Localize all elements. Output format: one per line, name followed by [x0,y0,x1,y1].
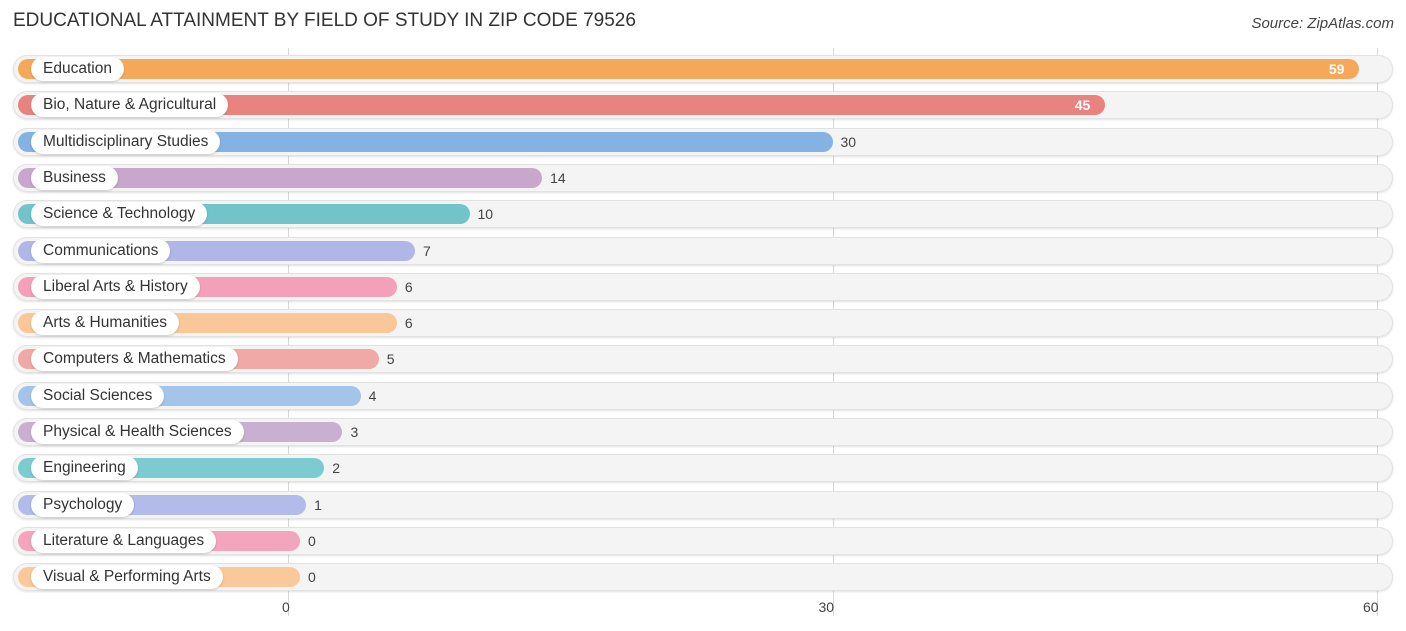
category-label: Business [31,165,118,190]
value-label: 14 [550,169,566,186]
bar-row: Social Sciences 4 [13,381,1393,410]
value-label: 4 [368,387,377,404]
bar-row: Bio, Nature & Agricultural 45 [13,91,1393,120]
value-label: 0 [308,569,316,586]
bar[interactable] [18,59,1359,79]
category-label: Engineering [31,456,138,481]
chart-title: EDUCATIONAL ATTAINMENT BY FIELD OF STUDY… [13,10,636,31]
bar-row: Multidisciplinary Studies 30 [13,127,1393,156]
value-label: 1 [314,496,322,513]
category-label: Education [31,57,124,81]
bar-row: Visual & Performing Arts 0 [13,563,1393,592]
category-label: Physical & Health Sciences [31,420,244,444]
bar-row: Arts & Humanities 6 [13,309,1393,338]
bar-row: Psychology 1 [13,490,1393,519]
category-label: Science & Technology [31,202,208,227]
bar-row: Education 59 [13,55,1393,83]
value-label: 59 [1328,61,1345,77]
value-label: 7 [423,242,431,259]
x-tick-label: 60 [1363,599,1379,615]
value-label: 45 [1074,97,1091,114]
category-label: Social Sciences [31,383,165,408]
category-label: Computers & Mathematics [31,347,238,372]
category-label: Literature & Languages [31,528,217,553]
bar-row: Communications 7 [13,236,1393,265]
category-label: Liberal Arts & History [31,274,200,299]
value-label: 3 [350,424,359,440]
value-label: 5 [386,351,395,368]
value-label: 6 [404,315,413,332]
bar-row: Science & Technology 10 [13,200,1393,229]
bar-row: Engineering 2 [13,454,1393,483]
category-label: Visual & Performing Arts [31,565,223,590]
category-label: Arts & Humanities [31,311,180,336]
x-tick-label: 30 [818,599,835,615]
bar-row: Computers & Mathematics 5 [13,345,1393,374]
category-label: Communications [31,238,171,263]
source-label: Source: ZipAtlas.com [1251,15,1394,32]
value-label: 0 [308,532,316,549]
x-tick-label: 0 [282,599,290,615]
value-label: 30 [840,133,857,150]
value-label: 2 [332,460,341,477]
category-label: Multidisciplinary Studies [31,129,221,154]
category-label: Psychology [31,492,135,517]
bar-row: Business 14 [13,163,1393,192]
value-label: 10 [477,206,494,223]
bar-row: Liberal Arts & History 6 [13,272,1393,301]
bar-row: Physical & Health Sciences 3 [13,418,1393,446]
value-label: 6 [404,278,413,295]
bar-row: Literature & Languages 0 [13,526,1393,555]
category-label: Bio, Nature & Agricultural [31,93,229,118]
